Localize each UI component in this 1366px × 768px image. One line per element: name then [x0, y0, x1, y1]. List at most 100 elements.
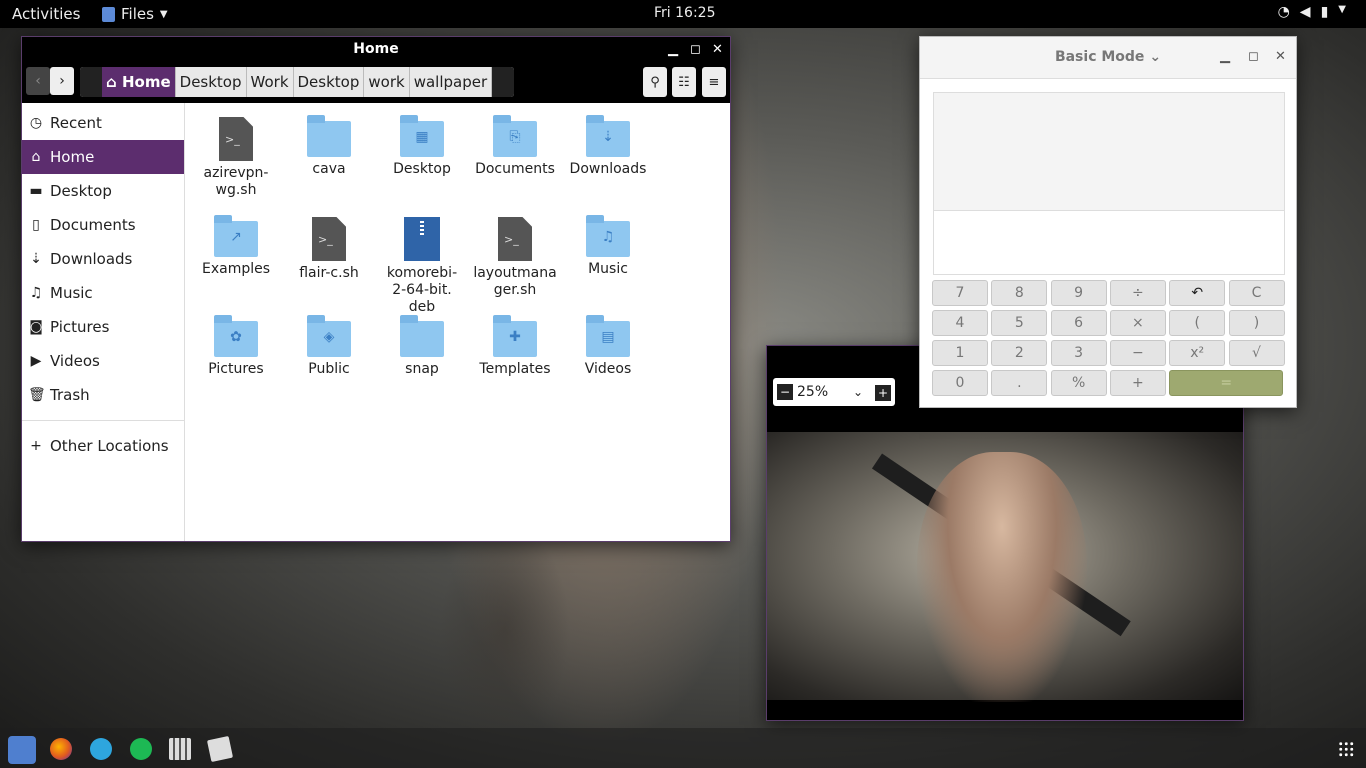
- file-label: Examples: [201, 261, 271, 277]
- minimize-button[interactable]: ▁: [668, 42, 678, 57]
- folder-icon: [400, 315, 444, 357]
- calc-key[interactable]: 7: [932, 280, 988, 306]
- view-toggle-button[interactable]: ☷: [672, 67, 696, 97]
- sidebar-item-other-locations[interactable]: + Other Locations: [22, 429, 184, 463]
- clock[interactable]: Fri 16:25: [654, 5, 715, 21]
- search-button[interactable]: ⚲: [643, 67, 667, 97]
- image-viewer-icon[interactable]: [206, 735, 234, 763]
- calc-key[interactable]: +: [1109, 370, 1166, 396]
- calc-key[interactable]: 1: [932, 340, 988, 366]
- breadcrumb-item[interactable]: work: [364, 67, 410, 97]
- battery-charging-icon: ▮: [1320, 4, 1329, 20]
- calc-key[interactable]: .: [991, 370, 1048, 396]
- folder-icon: [307, 115, 351, 157]
- sidebar-item-pictures[interactable]: ◙ Pictures: [22, 310, 184, 344]
- maximize-button[interactable]: ◻: [690, 42, 701, 57]
- calculator-display[interactable]: [933, 92, 1285, 275]
- breadcrumb-item[interactable]: Work: [247, 67, 294, 97]
- sidebar-item-trash[interactable]: 🗑 Trash: [22, 378, 184, 412]
- menu-button[interactable]: ≡: [702, 67, 726, 97]
- sidebar-item-home[interactable]: ⌂ Home: [22, 140, 184, 174]
- folder-icon: ✚: [493, 315, 537, 357]
- calc-key[interactable]: 8: [991, 280, 1048, 306]
- calc-key[interactable]: x²: [1169, 340, 1226, 366]
- breadcrumb-scroll-right[interactable]: [492, 67, 515, 97]
- file-item[interactable]: ✿ Pictures: [190, 309, 282, 378]
- camera-icon: ◙: [29, 319, 43, 335]
- show-apps-icon[interactable]: [1338, 741, 1354, 757]
- breadcrumb-item[interactable]: Desktop: [294, 67, 365, 97]
- file-label: ger.sh: [493, 282, 537, 298]
- breadcrumb-item[interactable]: Desktop: [176, 67, 247, 97]
- calc-key[interactable]: 6: [1050, 310, 1107, 336]
- file-item[interactable]: snap: [376, 309, 468, 378]
- activities-button[interactable]: Activities: [12, 5, 80, 23]
- top-bar: Activities Files ▼ Fri 16:25 ◔ ◀ ▮ ▼: [0, 0, 1366, 28]
- file-item[interactable]: ↗ Examples: [190, 209, 282, 278]
- sidebar-item-documents[interactable]: ▯ Documents: [22, 208, 184, 242]
- file-item[interactable]: >_ azirevpn-wg.sh: [190, 109, 282, 199]
- calc-key[interactable]: 9: [1050, 280, 1107, 306]
- calc-key[interactable]: 4: [932, 310, 988, 336]
- calc-key[interactable]: (: [1169, 310, 1226, 336]
- calc-key[interactable]: −: [1109, 340, 1166, 366]
- file-item[interactable]: ♫ Music: [562, 209, 654, 278]
- file-item[interactable]: komorebi- 2-64-bit. deb: [376, 209, 468, 316]
- zoom-value[interactable]: 25%: [797, 384, 853, 400]
- forward-button[interactable]: ›: [50, 67, 74, 95]
- mode-selector[interactable]: Basic Mode ⌄: [920, 49, 1296, 65]
- file-item[interactable]: ⇣ Downloads: [562, 109, 654, 178]
- calc-key[interactable]: ×: [1109, 310, 1166, 336]
- file-item[interactable]: ▦ Desktop: [376, 109, 468, 178]
- file-item[interactable]: ◈ Public: [283, 309, 375, 378]
- zoom-in-button[interactable]: +: [875, 385, 891, 401]
- file-item[interactable]: cava: [283, 109, 375, 178]
- trash-icon: 🗑: [28, 387, 46, 403]
- app-menu[interactable]: Files ▼: [102, 5, 168, 23]
- calc-key[interactable]: √: [1228, 340, 1285, 366]
- firefox-icon[interactable]: [50, 738, 72, 760]
- calc-key[interactable]: 0: [932, 370, 988, 396]
- sidebar-item-videos[interactable]: ▶ Videos: [22, 344, 184, 378]
- close-button[interactable]: ✕: [1275, 49, 1286, 64]
- sidebar-item-music[interactable]: ♫ Music: [22, 276, 184, 310]
- chevron-down-icon[interactable]: ⌄: [853, 385, 863, 399]
- calculator-icon[interactable]: [169, 738, 191, 760]
- list-view-icon: ☷: [678, 74, 690, 90]
- calc-key[interactable]: 2: [991, 340, 1048, 366]
- calc-key[interactable]: C: [1228, 280, 1285, 306]
- calc-key[interactable]: =: [1169, 370, 1284, 396]
- calc-key[interactable]: 5: [991, 310, 1048, 336]
- files-app-icon: [102, 6, 115, 22]
- file-item[interactable]: ✚ Templates: [469, 309, 561, 378]
- telegram-icon[interactable]: [90, 738, 112, 760]
- wallpaper-tattoo: [440, 520, 570, 740]
- system-tray[interactable]: ◔ ◀ ▮ ▼: [1278, 4, 1346, 20]
- minimize-button[interactable]: ▁: [1220, 49, 1230, 64]
- calc-key[interactable]: 3: [1050, 340, 1107, 366]
- breadcrumb-item[interactable]: wallpaper: [410, 67, 493, 97]
- file-grid: >_ azirevpn-wg.sh cava ▦ Desktop ⎘ Documents ⇣ D…: [186, 103, 730, 541]
- sidebar-divider: [22, 420, 184, 421]
- maximize-button[interactable]: ◻: [1248, 49, 1259, 64]
- file-item[interactable]: ▤ Videos: [562, 309, 654, 378]
- breadcrumb-scroll-left[interactable]: [80, 67, 102, 97]
- file-item[interactable]: >_ layoutmana ger.sh: [469, 209, 561, 299]
- breadcrumb-home[interactable]: ⌂ Home: [102, 67, 176, 97]
- spotify-icon[interactable]: [130, 738, 152, 760]
- close-button[interactable]: ✕: [712, 42, 723, 57]
- calc-key[interactable]: ): [1228, 310, 1285, 336]
- calc-key[interactable]: ÷: [1109, 280, 1166, 306]
- file-label: Videos: [584, 361, 632, 377]
- dock: [0, 728, 1366, 768]
- sidebar-item-desktop[interactable]: ▬ Desktop: [22, 174, 184, 208]
- sidebar-item-recent[interactable]: ◷ Recent: [22, 106, 184, 140]
- zoom-out-button[interactable]: −: [777, 384, 793, 400]
- files-icon[interactable]: [8, 736, 36, 764]
- file-item[interactable]: >_ flair-c.sh: [283, 209, 375, 282]
- file-item[interactable]: ⎘ Documents: [469, 109, 561, 178]
- calc-key[interactable]: %: [1050, 370, 1107, 396]
- back-button[interactable]: ‹: [26, 67, 50, 95]
- calc-key[interactable]: ↶: [1169, 280, 1226, 306]
- sidebar-item-downloads[interactable]: ⇣ Downloads: [22, 242, 184, 276]
